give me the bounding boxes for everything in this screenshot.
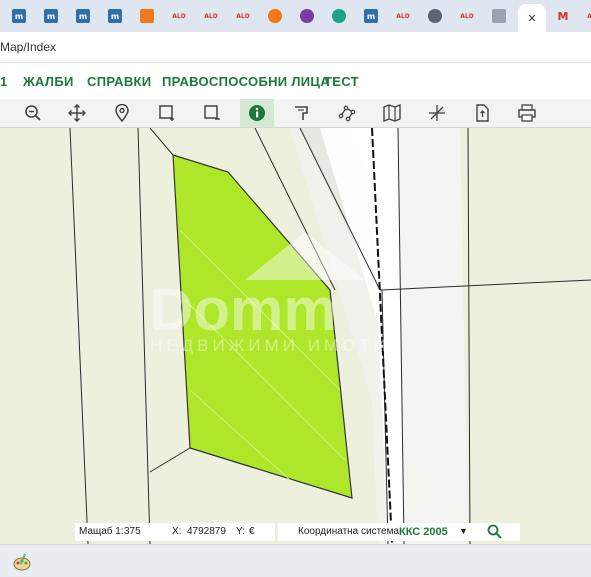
menu-item-licensed-persons[interactable]: ПРАВОСПОСОБНИ ЛИЦА	[162, 74, 330, 89]
browser-tab[interactable]	[293, 4, 321, 28]
main-menu: 1 ЖАЛБИ СПРАВКИ ПРАВОСПОСОБНИ ЛИЦА ТЕСТ	[0, 63, 591, 99]
m-icon: m	[364, 9, 378, 23]
menu-item-complaints[interactable]: ЖАЛБИ	[23, 74, 74, 89]
map-status-bar: Мащаб 1: 375 X: 4792879 Y: € Координатна…	[0, 521, 591, 543]
scale-value: 375	[124, 526, 141, 537]
x-label: X:	[172, 526, 182, 537]
teal-icon	[332, 9, 346, 23]
location-pin-icon	[115, 104, 129, 122]
globe-icon	[428, 9, 442, 23]
menu-item-reports[interactable]: СПРАВКИ	[87, 74, 151, 89]
measure-icon	[429, 105, 445, 121]
browser-tab[interactable]: m	[37, 4, 65, 28]
export-button[interactable]	[465, 99, 499, 127]
browser-tab[interactable]: ALD	[197, 4, 225, 28]
home-icon	[268, 9, 282, 23]
location-button[interactable]	[105, 99, 139, 127]
m-icon: m	[76, 9, 90, 23]
browser-tab[interactable]: m	[357, 4, 385, 28]
crs-select[interactable]: ККС 2005	[399, 526, 448, 538]
search-icon[interactable]	[487, 524, 502, 539]
info-button[interactable]	[240, 99, 274, 127]
purple-icon	[300, 9, 314, 23]
map-canvas[interactable]: Domm НЕДВИЖИМИ ИМОТИ	[0, 128, 591, 544]
zoom-out-button[interactable]	[16, 99, 50, 127]
m-icon: m	[12, 9, 26, 23]
browser-tab[interactable]	[261, 4, 289, 28]
map-toolbar	[0, 99, 591, 128]
node-button[interactable]	[330, 99, 364, 127]
browser-tab[interactable]: ALD	[453, 4, 481, 28]
os-taskbar	[0, 544, 591, 577]
paint-app-icon[interactable]	[12, 552, 32, 572]
deselect-rect-button[interactable]	[195, 99, 229, 127]
y-label: Y:	[236, 526, 245, 537]
browser-tab[interactable]: m	[5, 4, 33, 28]
browser-tab[interactable]: m	[101, 4, 129, 28]
watermark-brand: Domm	[150, 276, 337, 343]
browser-tab[interactable]	[325, 4, 353, 28]
browser-tab[interactable]: m	[69, 4, 97, 28]
print-icon	[518, 104, 536, 122]
browser-tab[interactable]	[421, 4, 449, 28]
ald-icon: ALD	[236, 12, 250, 20]
deselect-rect-icon	[204, 105, 220, 120]
m-icon: m	[108, 9, 122, 23]
url-text[interactable]: Map/Index	[0, 40, 56, 54]
pan-icon	[68, 104, 86, 122]
print-button[interactable]	[510, 99, 544, 127]
close-icon: ✕	[527, 11, 537, 25]
cadastral-map[interactable]: Domm НЕДВИЖИМИ ИМОТИ	[0, 128, 591, 544]
m-icon: m	[44, 9, 58, 23]
select-rect-button[interactable]	[150, 99, 184, 127]
map-tile-icon	[492, 9, 506, 23]
pan-button[interactable]	[60, 99, 94, 127]
y-value: €	[249, 526, 255, 537]
ald-icon: ALD	[396, 12, 410, 20]
measure-button[interactable]	[420, 99, 454, 127]
parcel-button[interactable]	[285, 99, 319, 127]
ald-icon: ALD	[587, 12, 591, 20]
export-icon	[476, 104, 489, 122]
x-value: 4792879	[187, 526, 226, 537]
select-rect-icon	[159, 105, 174, 121]
map-icon	[383, 104, 401, 122]
gmail-icon: M	[557, 9, 569, 23]
browser-tab[interactable]: ALD	[229, 4, 257, 28]
watermark-tagline: НЕДВИЖИМИ ИМОТИ	[150, 336, 390, 355]
scale-label: Мащаб 1:	[79, 526, 124, 537]
map-layers-button[interactable]	[375, 99, 409, 127]
chevron-down-icon[interactable]: ▼	[459, 526, 468, 536]
address-bar[interactable]: Map/Index	[0, 32, 591, 63]
browser-tab[interactable]: M	[549, 4, 577, 28]
crs-label: Координатна система:	[298, 526, 402, 537]
menu-item-test[interactable]: ТЕСТ	[324, 74, 359, 89]
node-icon	[338, 105, 356, 122]
zoom-out-icon	[25, 105, 41, 121]
parcel-icon	[295, 106, 308, 120]
ald-icon: ALD	[460, 12, 474, 20]
info-icon	[249, 105, 265, 121]
browser-tab[interactable]: ✕	[518, 4, 546, 32]
browser-tab-strip: m m m m ALD ALD ALD m ALD ALD ✕ M ALD	[0, 0, 591, 32]
orange-icon	[140, 9, 154, 23]
menu-item-prev[interactable]: 1	[0, 74, 8, 89]
browser-tab[interactable]	[133, 4, 161, 28]
browser-tab[interactable]: ALD	[165, 4, 193, 28]
browser-tab[interactable]: ALD	[389, 4, 417, 28]
ald-icon: ALD	[204, 12, 218, 20]
ald-icon: ALD	[172, 12, 186, 20]
browser-tab[interactable]	[485, 4, 513, 28]
browser-tab[interactable]: ALD	[580, 4, 591, 28]
